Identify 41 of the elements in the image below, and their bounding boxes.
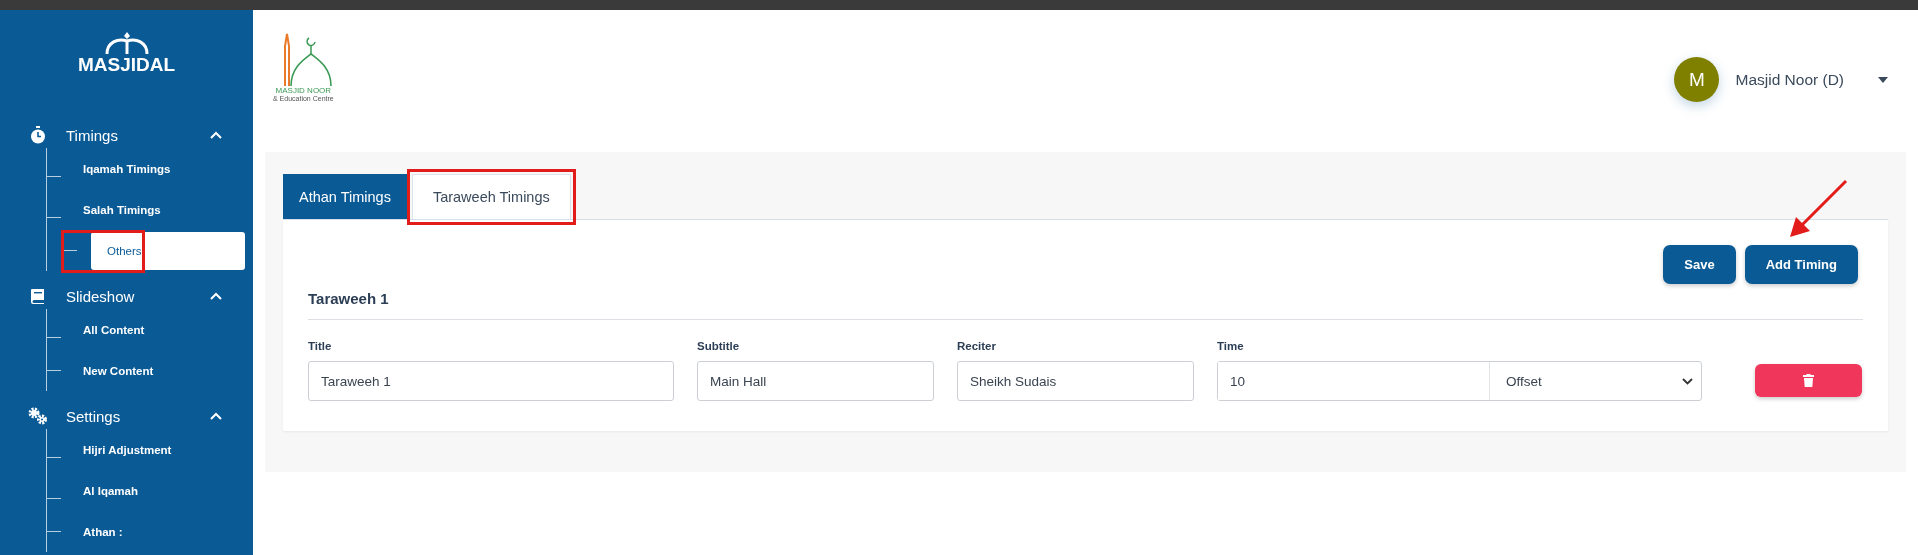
nav-item[interactable]: All Content — [77, 319, 151, 340]
reciter-field[interactable]: Sheikh Sudais — [957, 361, 1194, 401]
chevron-up-icon[interactable] — [209, 291, 223, 301]
section-title: Taraweeh 1 — [308, 284, 1863, 320]
field-label: Reciter — [957, 340, 997, 352]
chevron-up-icon[interactable] — [209, 130, 223, 140]
nav-item[interactable]: Hijri Adjustment — [77, 439, 178, 460]
field-label: Title — [308, 340, 333, 352]
dome-icon — [103, 32, 150, 54]
chevron-down-icon — [1682, 377, 1693, 385]
action-button[interactable]: Save — [1663, 245, 1736, 284]
book-icon — [31, 288, 45, 304]
nav-group[interactable]: Settings — [66, 407, 209, 425]
time-input[interactable]: 10 — [1218, 362, 1490, 400]
nav-item[interactable]: Iqamah Timings — [77, 158, 177, 179]
action-button[interactable]: Add Timing — [1744, 245, 1858, 284]
nav-item[interactable]: New Content — [77, 360, 160, 381]
org-logo-name: MASJID NOOR — [275, 86, 332, 95]
field-label: Time — [1217, 340, 1245, 352]
field-label: Subtitle — [697, 340, 741, 352]
nav-item[interactable]: Athan : — [77, 521, 129, 542]
subtitle-field[interactable]: Main Hall — [697, 361, 934, 401]
nav-group[interactable]: Timings — [66, 126, 209, 144]
mode-select[interactable]: Offset — [1490, 362, 1701, 400]
nav-item[interactable]: Others — [91, 231, 245, 270]
gears-icon — [28, 407, 48, 425]
tab[interactable]: Taraweeh Timings — [411, 174, 571, 219]
chevron-up-icon[interactable] — [209, 411, 223, 421]
title-field[interactable]: Taraweeh 1 — [308, 361, 674, 401]
stopwatch-icon — [30, 126, 46, 144]
app-logo: MASJIDAL — [77, 54, 176, 76]
time-field[interactable]: 10 Offset — [1217, 361, 1702, 401]
trash-icon — [1803, 374, 1814, 387]
nav-group[interactable]: Slideshow — [66, 287, 209, 305]
nav-item[interactable]: Al Iqamah — [77, 480, 144, 501]
tab[interactable]: Athan Timings — [283, 174, 407, 219]
delete-button[interactable] — [1755, 364, 1862, 397]
user-name[interactable]: Masjid Noor (D) — [1735, 70, 1844, 89]
caret-icon[interactable] — [1878, 76, 1888, 83]
nav-item[interactable]: Salah Timings — [77, 199, 167, 220]
user-avatar[interactable]: M — [1674, 57, 1720, 102]
